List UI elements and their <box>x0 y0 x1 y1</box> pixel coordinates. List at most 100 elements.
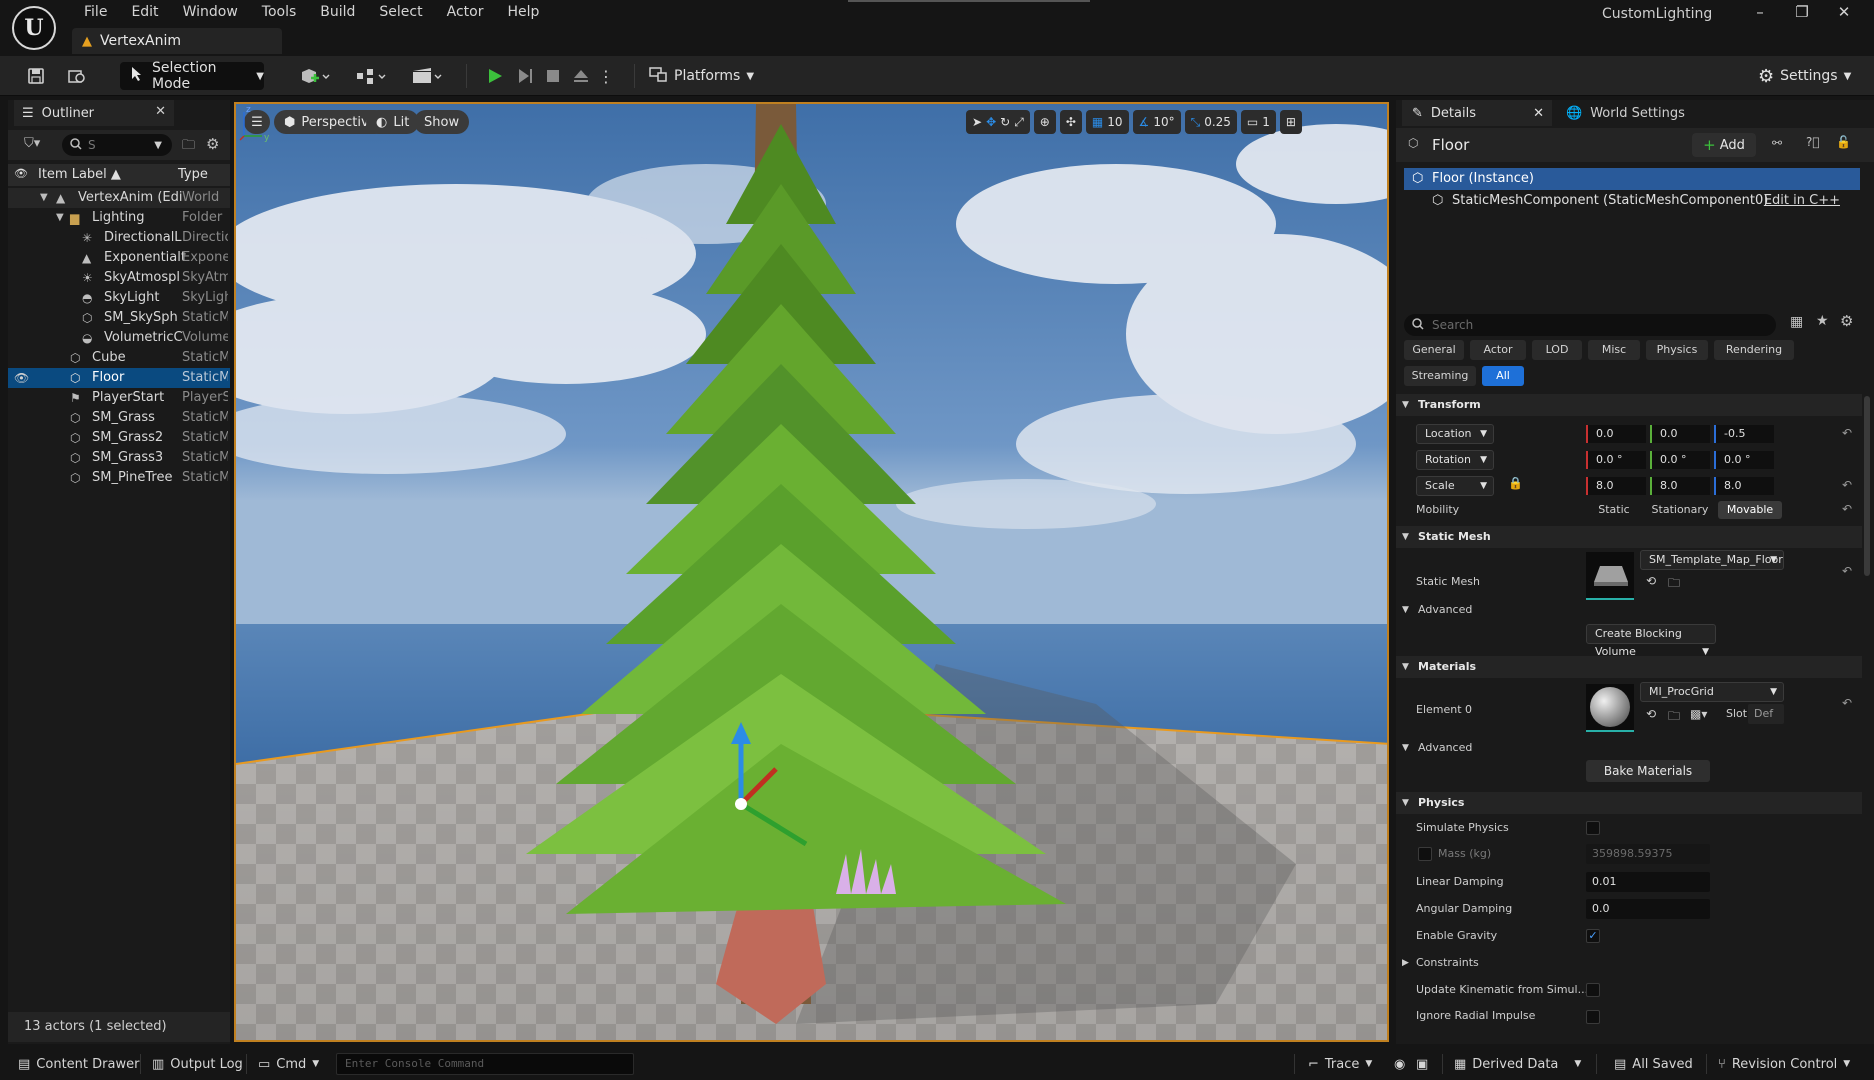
outliner-row[interactable]: ▲ Exponentialt Exponen <box>8 248 230 268</box>
filter-actor[interactable]: Actor <box>1470 340 1526 360</box>
item-label-column[interactable]: Item Label ▲ <box>38 167 121 182</box>
constraints-label[interactable]: Constraints <box>1416 953 1479 973</box>
blueprint-icon[interactable] <box>350 62 394 90</box>
component-row[interactable]: ⬡ StaticMeshComponent (StaticMeshCompone… <box>1404 190 1860 212</box>
slot-field[interactable]: Def <box>1748 704 1784 724</box>
outliner-row-folder[interactable]: ▼ ▆ Lighting Folder <box>8 208 230 228</box>
mass-override-checkbox[interactable] <box>1418 847 1432 861</box>
simulate-physics-checkbox[interactable] <box>1586 821 1600 835</box>
scale-y-field[interactable]: 8.0 <box>1650 477 1710 495</box>
ignore-radial-checkbox[interactable] <box>1586 1010 1600 1024</box>
reset-arrow-icon[interactable]: ↶ <box>1842 478 1852 492</box>
browse-icon[interactable]: 🗀 <box>1668 707 1680 728</box>
camera-speed[interactable]: ▭ 1 <box>1240 110 1276 134</box>
outliner-row-world[interactable]: ▼ ▲ VertexAnim (Edit World <box>8 188 230 208</box>
screenshot-icon[interactable]: ▣ <box>1416 1048 1428 1080</box>
play-options-icon[interactable]: ⋮ <box>598 62 614 90</box>
expand-arrow-icon[interactable]: ▶ <box>1402 958 1409 968</box>
world-local-toggle[interactable]: ⊕ <box>1033 110 1056 134</box>
move-icon[interactable]: ✥ <box>986 115 996 129</box>
gear-icon[interactable]: ⚙ <box>206 135 219 153</box>
add-content-icon[interactable] <box>294 62 338 90</box>
select-arrow-icon[interactable]: ➤ <box>972 115 982 129</box>
location-y-field[interactable]: 0.0 <box>1650 425 1710 443</box>
static-mesh-category[interactable]: ▼ Static Mesh <box>1396 526 1862 548</box>
new-folder-icon[interactable]: 🗀 <box>182 136 195 158</box>
source-control-icon[interactable] <box>62 62 90 90</box>
component-instance-row[interactable]: ⬡ Floor (Instance) <box>1404 168 1860 190</box>
show-button[interactable]: Show <box>414 110 470 134</box>
star-icon[interactable]: ★ <box>1816 313 1829 329</box>
materials-advanced[interactable]: Advanced <box>1418 738 1472 758</box>
materials-category[interactable]: ▼ Materials <box>1396 656 1862 678</box>
scale-x-field[interactable]: 8.0 <box>1586 477 1646 495</box>
filter-lod[interactable]: LOD <box>1532 340 1582 360</box>
outliner-search-input[interactable]: S ▼ <box>62 134 172 156</box>
settings-dropdown[interactable]: ⚙ Settings ▼ <box>1758 62 1851 90</box>
content-drawer-button[interactable]: ▤ Content Drawer <box>18 1048 139 1080</box>
linear-damping-field[interactable]: 0.01 <box>1586 872 1710 892</box>
viewport-scene[interactable] <box>236 104 1389 1042</box>
outliner-row[interactable]: ⚑ PlayerStart PlayerSt <box>8 388 230 408</box>
reset-arrow-icon[interactable]: ↶ <box>1842 502 1852 516</box>
minimize-button[interactable]: – <box>1740 0 1780 24</box>
outliner-row[interactable]: ⬡ SM_PineTree StaticMe <box>8 468 230 488</box>
rotation-mode-dropdown[interactable]: Rotation ▼ <box>1416 450 1494 470</box>
enable-gravity-checkbox[interactable]: ✓ <box>1586 929 1600 943</box>
use-selected-icon[interactable]: ⟲ <box>1646 707 1656 721</box>
platforms-dropdown[interactable]: Platforms ▼ <box>648 62 754 90</box>
edit-in-cpp-link[interactable]: Edit in C++ <box>1764 190 1840 212</box>
menu-build[interactable]: Build <box>308 2 367 22</box>
outliner-row[interactable]: ⬡ Cube StaticMe <box>8 348 230 368</box>
details-search-input[interactable]: Search <box>1404 314 1776 336</box>
static-mesh-picker[interactable]: SM_Template_Map_Floor ▼ <box>1640 550 1784 570</box>
rotation-y-field[interactable]: 0.0 ° <box>1650 451 1710 469</box>
menu-help[interactable]: Help <box>495 2 551 22</box>
menu-edit[interactable]: Edit <box>119 2 170 22</box>
actor-name[interactable]: Floor <box>1432 136 1469 154</box>
static-mesh-advanced[interactable]: Advanced <box>1418 600 1472 620</box>
scale-icon[interactable]: ⤢ <box>1014 115 1024 130</box>
mobility-movable[interactable]: Movable <box>1718 501 1782 519</box>
filter-physics[interactable]: Physics <box>1646 340 1708 360</box>
outliner-row[interactable]: ⬡ SM_SkySph StaticMe <box>8 308 230 328</box>
surface-snap-toggle[interactable]: ✣ <box>1059 110 1082 134</box>
outliner-row[interactable]: ◒ VolumetricC Volumet <box>8 328 230 348</box>
update-kinematic-checkbox[interactable] <box>1586 983 1600 997</box>
visibility-column-icon[interactable]: 👁 <box>14 167 28 180</box>
angular-damping-field[interactable]: 0.0 <box>1586 899 1710 919</box>
menu-actor[interactable]: Actor <box>435 2 496 22</box>
reset-arrow-icon[interactable]: ↶ <box>1842 696 1852 710</box>
static-mesh-thumbnail[interactable] <box>1586 552 1634 600</box>
outliner-row[interactable]: ☀ SkyAtmospl SkyAtmo <box>8 268 230 288</box>
mobility-stationary[interactable]: Stationary <box>1646 501 1714 519</box>
transform-category[interactable]: ▼ Transform <box>1396 394 1862 416</box>
reset-arrow-icon[interactable]: ↶ <box>1842 426 1852 440</box>
play-icon[interactable] <box>482 62 508 90</box>
outliner-row[interactable]: ⬡ SM_Grass StaticMe <box>8 408 230 428</box>
rotation-z-field[interactable]: 0.0 ° <box>1714 451 1774 469</box>
details-scrollbar[interactable] <box>1864 396 1870 576</box>
filter-streaming[interactable]: Streaming <box>1404 366 1476 386</box>
console-command-input[interactable]: Enter Console Command <box>336 1053 634 1075</box>
type-column[interactable]: Type <box>178 167 208 182</box>
details-tab[interactable]: ✎ Details ✕ <box>1402 100 1552 126</box>
add-component-button[interactable]: + Add <box>1692 133 1756 157</box>
visibility-eye-icon[interactable]: 👁 <box>14 368 29 388</box>
filter-misc[interactable]: Misc <box>1588 340 1640 360</box>
restore-button[interactable]: ❐ <box>1782 0 1822 24</box>
mobility-static[interactable]: Static <box>1586 501 1642 519</box>
outliner-row[interactable]: ⬡ SM_Grass2 StaticMe <box>8 428 230 448</box>
physics-category[interactable]: ▼ Physics <box>1396 792 1862 814</box>
outliner-row[interactable]: ⬡ SM_Grass3 StaticMe <box>8 448 230 468</box>
material-picker[interactable]: MI_ProcGrid ▼ <box>1640 682 1784 702</box>
level-tab[interactable]: ▲ VertexAnim <box>72 28 282 54</box>
cmd-dropdown[interactable]: ▭ Cmd ▼ <box>258 1048 319 1080</box>
viewport-layout-button[interactable]: ⊞ <box>1279 110 1302 134</box>
expand-arrow-icon[interactable]: ▼ <box>56 208 64 228</box>
step-forward-icon[interactable] <box>512 62 538 90</box>
create-blocking-volume-dropdown[interactable]: Create Blocking Volume ▼ <box>1586 624 1716 658</box>
bake-materials-button[interactable]: Bake Materials <box>1586 760 1710 782</box>
output-log-button[interactable]: ▥ Output Log <box>152 1048 243 1080</box>
reset-arrow-icon[interactable]: ↶ <box>1842 564 1852 578</box>
